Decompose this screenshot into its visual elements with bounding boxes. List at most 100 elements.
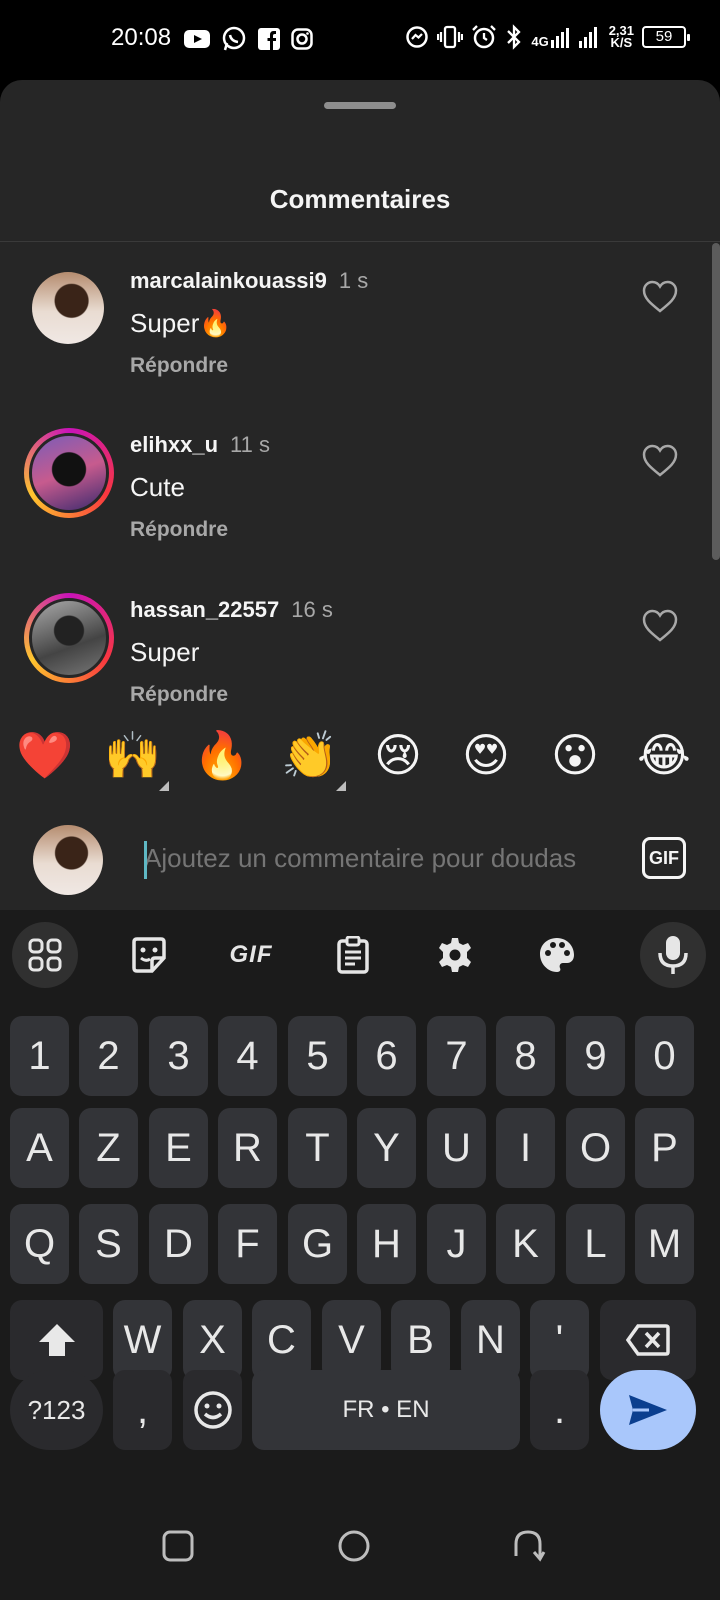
key-l[interactable]: L — [566, 1204, 625, 1284]
reply-button[interactable]: Répondre — [130, 683, 228, 707]
key-m[interactable]: M — [635, 1204, 694, 1284]
reply-button[interactable]: Répondre — [130, 354, 228, 378]
gif-keyboard-button[interactable]: GIF — [218, 922, 284, 988]
key-9[interactable]: 9 — [566, 1016, 625, 1096]
emoji-quick-bar: ❤️ 🙌 🔥 👏 😢 😍 😮 😂 — [0, 707, 720, 807]
key-7[interactable]: 7 — [427, 1016, 486, 1096]
my-avatar — [33, 825, 103, 895]
key-h[interactable]: H — [357, 1204, 416, 1284]
battery-icon: 59 — [642, 26, 690, 48]
system-icons: 4G 2,31 K/S 59 — [405, 24, 690, 50]
key-2[interactable]: 2 — [79, 1016, 138, 1096]
scrollbar[interactable] — [712, 243, 720, 560]
palette-icon[interactable] — [524, 922, 590, 988]
avatar-story-ring[interactable] — [24, 593, 114, 683]
key-e[interactable]: E — [149, 1108, 208, 1188]
like-heart-icon[interactable] — [642, 609, 678, 643]
whatsapp-icon — [222, 26, 246, 51]
home-icon[interactable] — [334, 1526, 374, 1566]
emoji-crying-button[interactable]: 😢 — [368, 725, 428, 785]
profile-photo — [29, 433, 109, 513]
key-n[interactable]: N — [461, 1300, 520, 1380]
key-u[interactable]: U — [427, 1108, 486, 1188]
profile-photo — [32, 272, 104, 344]
key-j[interactable]: J — [427, 1204, 486, 1284]
recents-icon[interactable] — [158, 1526, 198, 1566]
symbols-key[interactable]: ?123 — [10, 1370, 103, 1450]
emoji-raised-hands-button[interactable]: 🙌 — [103, 725, 169, 791]
sheet-title: Commentaires — [269, 184, 451, 214]
sticker-icon[interactable] — [116, 922, 182, 988]
like-heart-icon[interactable] — [642, 280, 678, 314]
keyboard-toolbar: GIF — [0, 910, 720, 1000]
bluetooth-icon — [507, 24, 521, 50]
comment-username[interactable]: hassan_22557 16 s — [130, 597, 333, 623]
alarm-icon — [472, 25, 497, 49]
key-0[interactable]: 0 — [635, 1016, 694, 1096]
emoji-heart-button[interactable]: ❤️ — [15, 725, 75, 785]
emoji-fire-button[interactable]: 🔥 — [192, 725, 252, 785]
key-f[interactable]: F — [218, 1204, 277, 1284]
key-k[interactable]: K — [496, 1204, 555, 1284]
shift-key[interactable] — [10, 1300, 103, 1380]
network-type: 4G — [531, 34, 549, 49]
comment-input[interactable] — [144, 843, 614, 874]
key-x[interactable]: X — [183, 1300, 242, 1380]
comment-input-row: GIF — [0, 807, 720, 910]
drag-handle[interactable] — [324, 102, 396, 109]
key-y[interactable]: Y — [357, 1108, 416, 1188]
youtube-icon — [184, 30, 210, 48]
comma-key[interactable]: , — [113, 1370, 172, 1450]
emoji-surprised-button[interactable]: 😮 — [545, 725, 605, 785]
text-cursor — [144, 841, 147, 879]
clipboard-icon[interactable] — [320, 922, 386, 988]
microphone-icon[interactable] — [640, 922, 706, 988]
key-apostrophe[interactable]: ' — [530, 1300, 589, 1380]
key-r[interactable]: R — [218, 1108, 277, 1188]
back-icon[interactable] — [510, 1526, 550, 1566]
reply-button[interactable]: Répondre — [130, 518, 228, 542]
like-heart-icon[interactable] — [642, 444, 678, 478]
key-d[interactable]: D — [149, 1204, 208, 1284]
instagram-icon — [291, 28, 313, 50]
emoji-laughing-button[interactable]: 😂 — [634, 725, 694, 785]
settings-icon[interactable] — [422, 922, 488, 988]
key-5[interactable]: 5 — [288, 1016, 347, 1096]
key-4[interactable]: 4 — [218, 1016, 277, 1096]
key-c[interactable]: C — [252, 1300, 311, 1380]
key-q[interactable]: Q — [10, 1204, 69, 1284]
key-i[interactable]: I — [496, 1108, 555, 1188]
key-8[interactable]: 8 — [496, 1016, 555, 1096]
key-a[interactable]: A — [10, 1108, 69, 1188]
key-t[interactable]: T — [288, 1108, 347, 1188]
key-1[interactable]: 1 — [10, 1016, 69, 1096]
gif-button[interactable]: GIF — [642, 837, 686, 879]
key-s[interactable]: S — [79, 1204, 138, 1284]
key-z[interactable]: Z — [79, 1108, 138, 1188]
emoji-key[interactable] — [183, 1370, 242, 1450]
backspace-key[interactable] — [600, 1300, 696, 1380]
emoji-clap-button[interactable]: 👏 — [280, 725, 346, 791]
space-key[interactable]: FR • EN — [252, 1370, 520, 1450]
comment-time: 16 s — [291, 597, 333, 622]
send-icon — [629, 1395, 667, 1425]
key-3[interactable]: 3 — [149, 1016, 208, 1096]
navigation-bar — [0, 1490, 720, 1600]
apps-icon[interactable] — [12, 922, 78, 988]
key-g[interactable]: G — [288, 1204, 347, 1284]
send-key[interactable] — [600, 1370, 696, 1450]
avatar[interactable] — [24, 264, 114, 354]
comment-username[interactable]: elihxx_u 11 s — [130, 432, 270, 458]
key-6[interactable]: 6 — [357, 1016, 416, 1096]
period-key[interactable]: . — [530, 1370, 589, 1450]
comment-text: Super — [130, 637, 200, 667]
emoji-heart-eyes-button[interactable]: 😍 — [456, 725, 516, 785]
comment-username[interactable]: marcalainkouassi9 1 s — [130, 268, 368, 294]
comment-list[interactable]: marcalainkouassi9 1 s Super 🔥 Répondre eli… — [0, 242, 712, 787]
key-o[interactable]: O — [566, 1108, 625, 1188]
key-w[interactable]: W — [113, 1300, 172, 1380]
key-v[interactable]: V — [322, 1300, 381, 1380]
avatar-story-ring[interactable] — [24, 428, 114, 518]
key-p[interactable]: P — [635, 1108, 694, 1188]
key-b[interactable]: B — [391, 1300, 450, 1380]
